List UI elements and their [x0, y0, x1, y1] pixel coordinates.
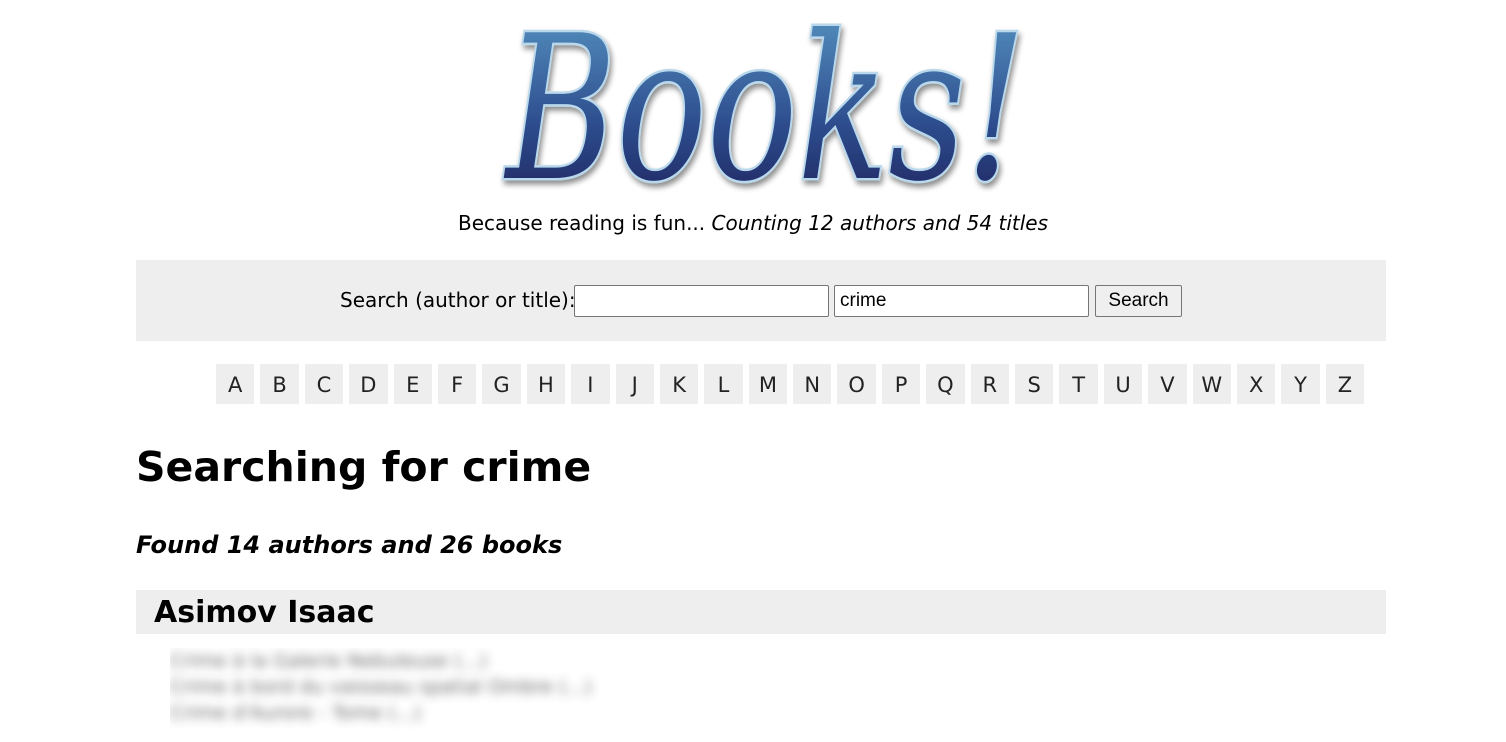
- alphabet-letter-q[interactable]: Q: [926, 364, 965, 404]
- alphabet-letter-c[interactable]: C: [304, 364, 344, 404]
- alphabet-letter-l[interactable]: L: [704, 364, 743, 404]
- alphabet-letter-k[interactable]: K: [659, 364, 699, 404]
- search-label: Search (author or title):: [340, 288, 576, 312]
- alphabet-letter-d[interactable]: D: [349, 364, 388, 404]
- search-button[interactable]: Search: [1095, 285, 1182, 317]
- alphabet-letter-x[interactable]: X: [1236, 364, 1276, 404]
- page-title: Searching for crime: [136, 443, 592, 491]
- alphabet-letter-h[interactable]: H: [526, 364, 566, 404]
- alphabet-letter-b[interactable]: B: [260, 364, 299, 404]
- alphabet-letter-a[interactable]: A: [216, 364, 255, 404]
- book-link[interactable]: Crime à la Galerie Nebuleuse (...): [170, 648, 730, 674]
- search-panel: Search (author or title): Search: [136, 260, 1386, 341]
- alphabet-letter-f[interactable]: F: [437, 364, 477, 404]
- alphabet-letter-w[interactable]: W: [1192, 364, 1231, 404]
- alphabet-letter-s[interactable]: S: [1015, 364, 1054, 404]
- book-list: Crime à la Galerie Nebuleuse (...) Crime …: [170, 648, 730, 742]
- alphabet-letter-z[interactable]: Z: [1325, 364, 1365, 404]
- alphabet-letter-p[interactable]: P: [881, 364, 921, 404]
- alphabet-letter-v[interactable]: V: [1148, 364, 1187, 404]
- site-logo[interactable]: Books!: [476, 0, 1036, 200]
- author-name[interactable]: Asimov Isaac: [154, 592, 375, 634]
- results-summary: Found 14 authors and 26 books: [136, 531, 563, 559]
- alphabet-letter-j[interactable]: J: [615, 364, 654, 404]
- alphabet-letter-e[interactable]: E: [393, 364, 432, 404]
- site-tagline: Because reading is fun... Counting 12 au…: [0, 208, 1506, 238]
- tagline-intro: Because reading is fun...: [457, 211, 706, 235]
- search-input-primary[interactable]: [574, 285, 829, 317]
- alphabet-letter-u[interactable]: U: [1103, 364, 1143, 404]
- catalog-count: Counting 12 authors and 54 titles: [711, 211, 1048, 235]
- alphabet-letter-r[interactable]: R: [970, 364, 1010, 404]
- book-link[interactable]: Crime à bord du vaisseau spatial Ombre (…: [170, 674, 730, 700]
- alphabet-letter-n[interactable]: N: [793, 364, 832, 404]
- search-input-query[interactable]: [834, 285, 1089, 317]
- alphabet-letter-g[interactable]: G: [482, 364, 521, 404]
- alphabet-letter-y[interactable]: Y: [1281, 364, 1320, 404]
- alphabet-letter-m[interactable]: M: [748, 364, 788, 404]
- alphabet-letter-i[interactable]: I: [571, 364, 610, 404]
- books-search-page: Books! Because reading is fun... Countin…: [0, 0, 1506, 742]
- author-group-header: Asimov Isaac: [136, 590, 1386, 634]
- alphabet-letter-t[interactable]: T: [1059, 364, 1098, 404]
- alphabet-letter-o[interactable]: O: [837, 364, 876, 404]
- alphabet-index: ABCDEFGHIJKLMNOPQRSTUVWXYZ: [216, 364, 1365, 404]
- book-link[interactable]: Crime d'Aurore - Tome (...): [170, 700, 730, 726]
- logo-text: Books!: [503, 0, 1026, 200]
- books-logo-graphic: Books!: [500, 0, 1028, 200]
